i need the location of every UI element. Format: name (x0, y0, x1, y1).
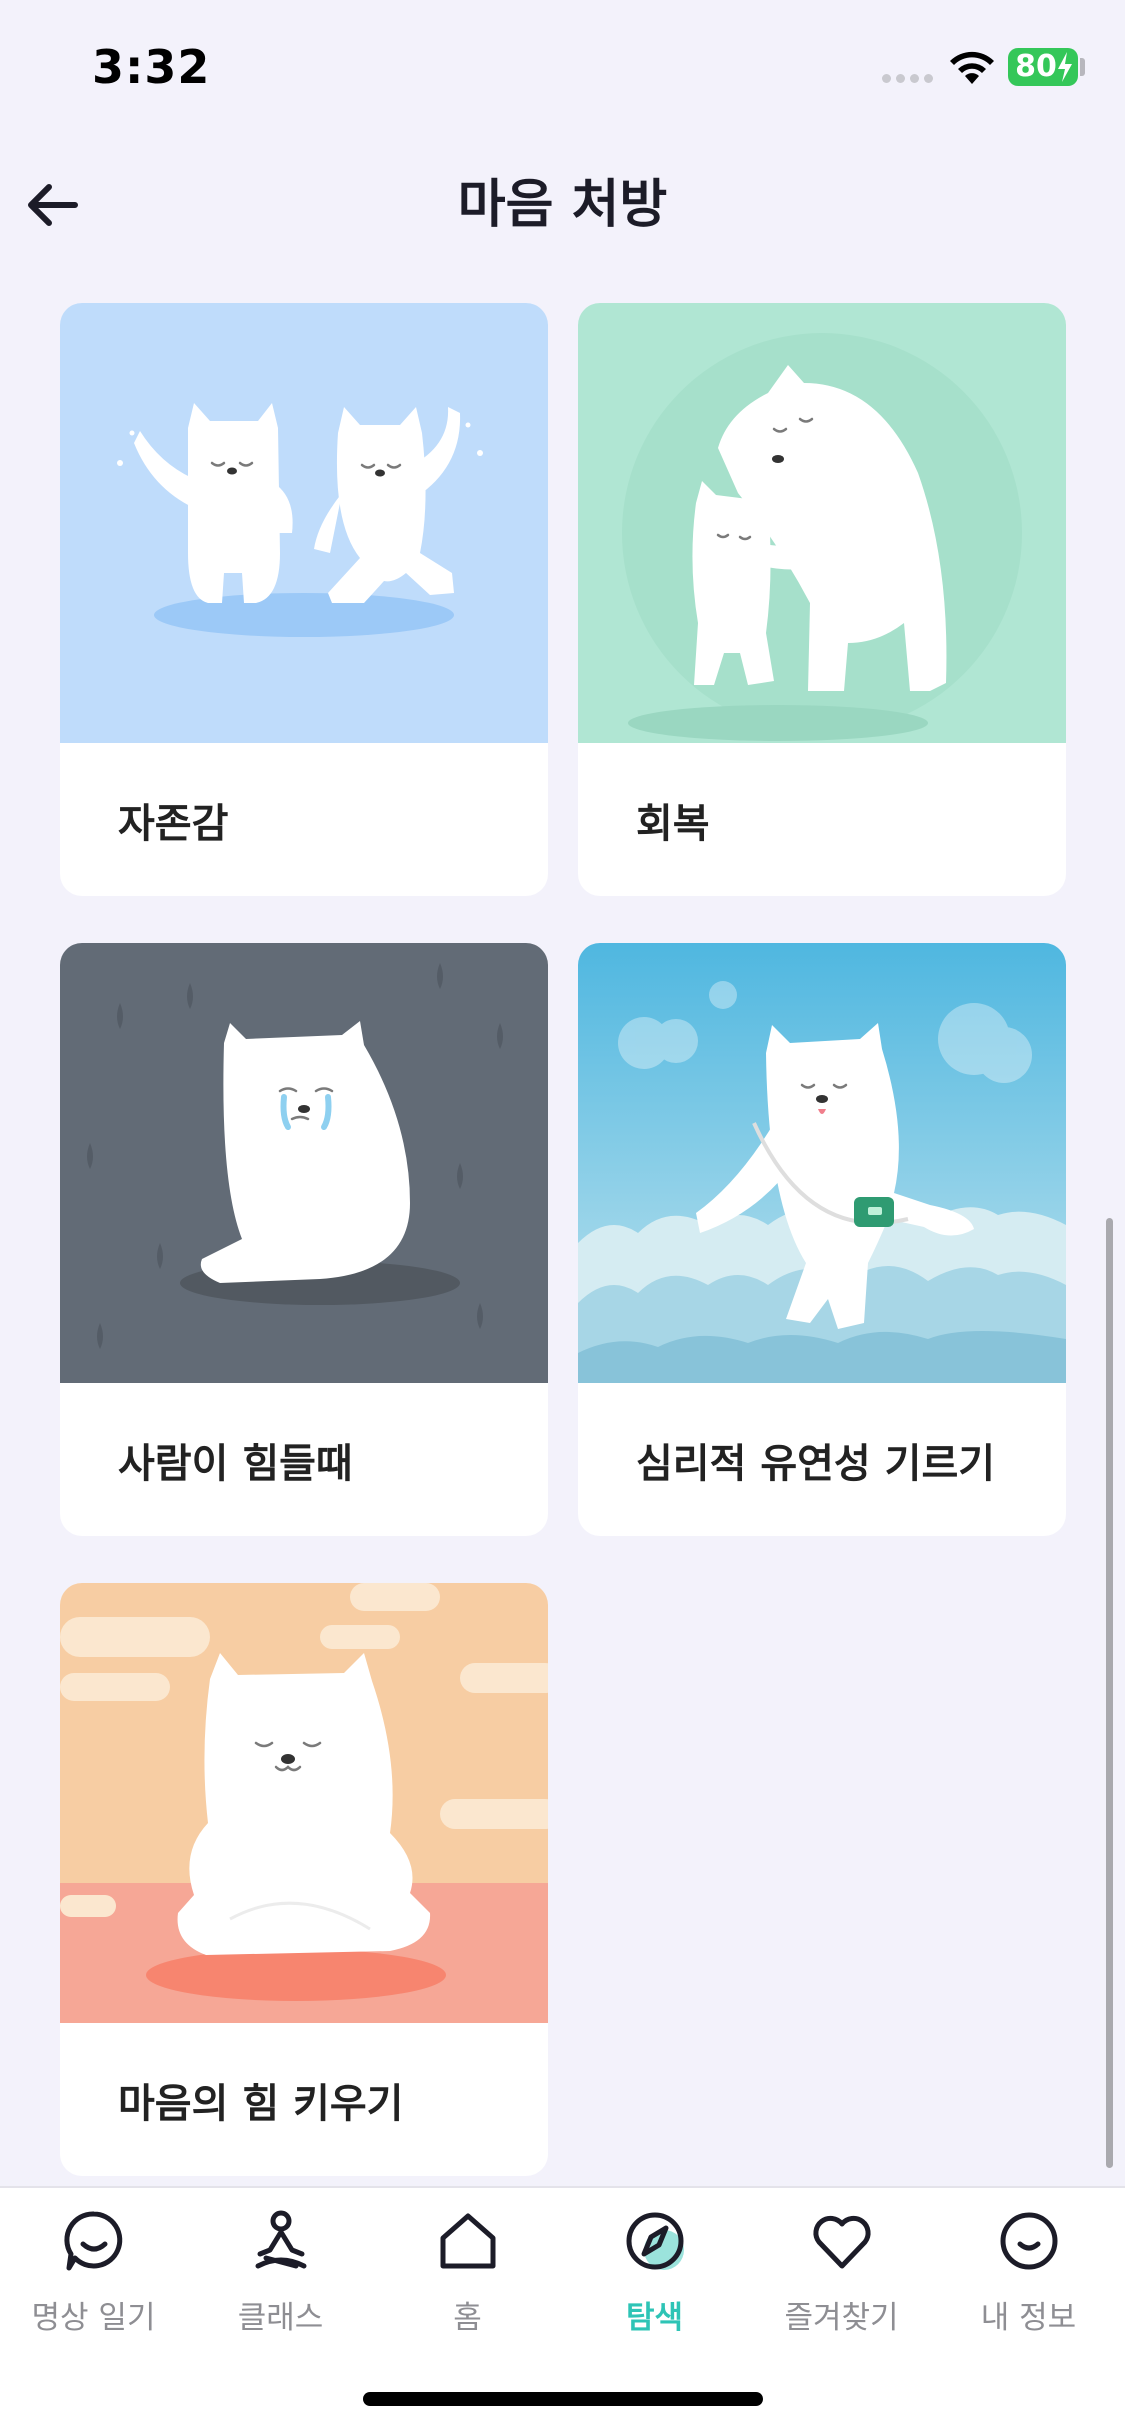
status-time: 3:32 (92, 40, 211, 94)
card-when-people-are-hard[interactable]: 사람이 힘들때 (60, 943, 548, 1536)
battery-icon: 80 (1008, 48, 1078, 86)
home-icon (440, 2213, 495, 2269)
card-recovery[interactable]: 회복 (578, 303, 1066, 896)
card-label: 사람이 힘들때 (118, 1441, 353, 1487)
two-bears-illustration (60, 303, 548, 743)
tab-meditation-diary[interactable]: 명상 일기 (0, 2188, 187, 2338)
tab-label: 탐색 (625, 2300, 684, 2336)
charging-bolt-icon (1058, 52, 1072, 82)
chat-smile-icon (63, 2211, 122, 2271)
tab-label: 홈 (453, 2300, 482, 2336)
wifi-icon (950, 51, 994, 84)
tab-label: 즐겨찾기 (784, 2300, 899, 2336)
screen: 3:32 80 마음 처방 자존감 회복 사람이 힘들때 심리적 유연성 기르기… (0, 0, 1125, 2436)
card-label: 심리적 유연성 기르기 (636, 1441, 996, 1487)
smile-icon (1000, 2212, 1057, 2270)
card-illustration (578, 303, 1066, 743)
navigation-bar: 마음 처방 (0, 140, 1125, 260)
card-grow-mental-strength[interactable]: 마음의 힘 키우기 (60, 1583, 548, 2176)
scrollbar[interactable] (1106, 1218, 1113, 2168)
tab-label: 내 정보 (980, 2300, 1077, 2336)
card-label: 자존감 (118, 801, 229, 847)
walking-bear-illustration (578, 943, 1066, 1383)
tab-class[interactable]: 클래스 (187, 2188, 374, 2338)
tab-label: 명상 일기 (31, 2300, 156, 2336)
card-self-esteem[interactable]: 자존감 (60, 303, 548, 896)
hugging-bears-illustration (578, 303, 1066, 743)
tab-label: 클래스 (237, 2300, 324, 2336)
crying-bear-illustration (60, 943, 548, 1383)
card-label: 마음의 힘 키우기 (118, 2081, 404, 2127)
compass-icon (626, 2212, 684, 2270)
card-illustration (60, 1583, 548, 2023)
tab-my-info[interactable]: 내 정보 (935, 2188, 1122, 2338)
battery-cap (1080, 58, 1085, 76)
card-illustration (578, 943, 1066, 1383)
home-indicator[interactable] (363, 2392, 763, 2406)
card-illustration (60, 943, 548, 1383)
tab-home[interactable]: 홈 (374, 2188, 561, 2338)
heart-icon (812, 2215, 871, 2269)
page-title: 마음 처방 (457, 175, 668, 235)
tab-favorites[interactable]: 즐겨찾기 (748, 2188, 935, 2338)
meditation-icon (255, 2210, 306, 2269)
card-psychological-flexibility[interactable]: 심리적 유연성 기르기 (578, 943, 1066, 1536)
card-label: 회복 (636, 801, 710, 847)
tab-explore[interactable]: 탐색 (561, 2188, 748, 2338)
tab-bar: 명상 일기 클래스 홈 탐색 즐겨찾기 내 정보 (0, 2186, 1125, 2436)
cellular-signal-icon (882, 74, 934, 84)
status-bar: 3:32 80 (0, 0, 1125, 120)
meditating-bear-illustration (60, 1583, 548, 2023)
card-illustration (60, 303, 548, 743)
